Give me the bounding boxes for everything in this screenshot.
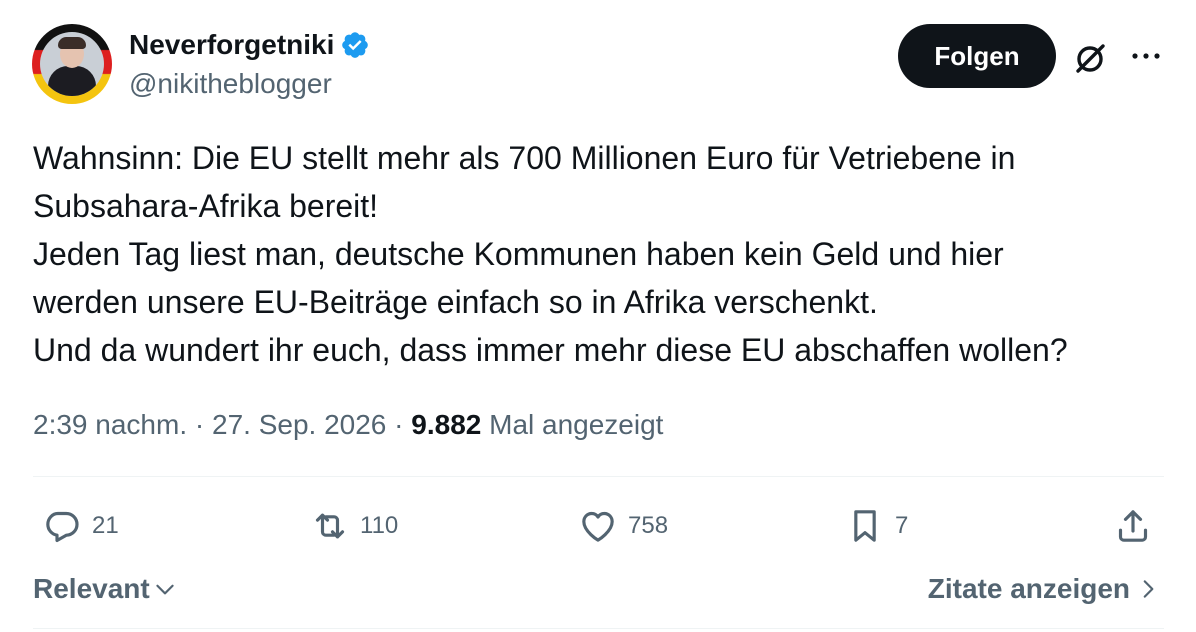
avatar-body [48,66,96,96]
verified-badge-icon [342,32,369,58]
bookmark-count: 7 [895,512,909,539]
repost-icon [315,513,345,539]
heart-icon [582,511,614,542]
bookmark-button[interactable]: 7 [845,502,908,550]
repost-count: 110 [360,512,399,539]
divider-bottom [33,628,1164,629]
tweet-date[interactable]: 27. Sep. 2026 [212,409,386,440]
meta-separator: · [194,409,212,440]
tweet-line: Wahnsinn: Die EU stellt mehr als 700 Mil… [33,140,1016,176]
author-handle[interactable]: @nikitheblogger [129,67,332,101]
chevron-down-icon [156,584,174,595]
like-button[interactable]: 758 [578,502,668,550]
repost-button[interactable]: 110 [310,502,398,550]
avatar-photo [40,32,104,96]
author-name-row: Neverforgetniki [129,28,370,62]
tweet-meta: 2:39 nachm. · 27. Sep. 2026 · 9.882 Mal … [33,406,663,444]
tweet-time[interactable]: 2:39 nachm. [33,409,187,440]
like-count: 758 [628,512,669,539]
follow-button[interactable]: Folgen [898,24,1056,88]
divider-top [33,476,1164,477]
reply-count: 21 [92,512,119,539]
avatar-hair [58,37,86,49]
chevron-right-icon [1143,580,1154,598]
view-quotes-link[interactable]: Zitate anzeigen [928,570,1158,608]
avatar[interactable] [32,24,112,104]
grok-icon[interactable] [1070,38,1110,78]
views-count: 9.882 [411,409,482,440]
quotes-label: Zitate anzeigen [927,573,1130,604]
tweet-line: Jeden Tag liest man, deutsche Kommunen h… [33,236,1004,272]
sort-dropdown[interactable]: Relevant [33,570,178,608]
bookmark-icon [854,510,876,542]
author-display-name[interactable]: Neverforgetniki [129,28,334,62]
reply-icon [46,511,79,543]
sort-label: Relevant [33,573,150,604]
share-button[interactable] [1113,502,1153,550]
meta-separator: · [394,409,412,440]
tweet-line: Subsahara-Afrika bereit! [33,188,379,224]
views-label: Mal angezeigt [489,409,664,440]
share-icon [1118,510,1148,542]
more-horizontal-icon[interactable] [1126,48,1166,64]
reply-button[interactable]: 21 [42,502,119,550]
tweet-line: Und da wundert ihr euch, dass immer mehr… [33,332,1068,368]
tweet-line: werden unsere EU-Beiträge einfach so in … [33,284,878,320]
tweet-text: Wahnsinn: Die EU stellt mehr als 700 Mil… [33,134,1173,374]
